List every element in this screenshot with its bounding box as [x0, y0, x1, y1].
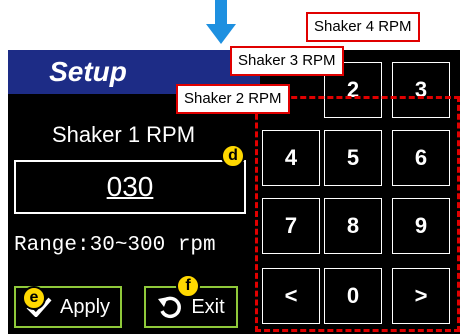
- range-text: Range:30~300 rpm: [14, 234, 216, 257]
- keypad-highlight: [255, 96, 460, 332]
- shaker4-tag: Shaker 4 RPM: [306, 12, 420, 42]
- shaker2-tag: Shaker 2 RPM: [176, 84, 290, 114]
- apply-label: Apply: [59, 295, 111, 318]
- marker-d: d: [221, 144, 245, 168]
- rpm-value-field[interactable]: 030: [14, 160, 246, 214]
- page-title: Setup: [49, 56, 127, 87]
- undo-icon: [158, 296, 182, 319]
- exit-label: Exit: [191, 295, 225, 318]
- shaker3-tag: Shaker 3 RPM: [230, 46, 344, 76]
- marker-e: e: [22, 286, 46, 310]
- marker-f: f: [176, 274, 200, 298]
- down-arrow-icon: [206, 0, 236, 44]
- shaker-label: Shaker 1 RPM: [52, 122, 196, 147]
- rpm-value: 030: [106, 171, 154, 202]
